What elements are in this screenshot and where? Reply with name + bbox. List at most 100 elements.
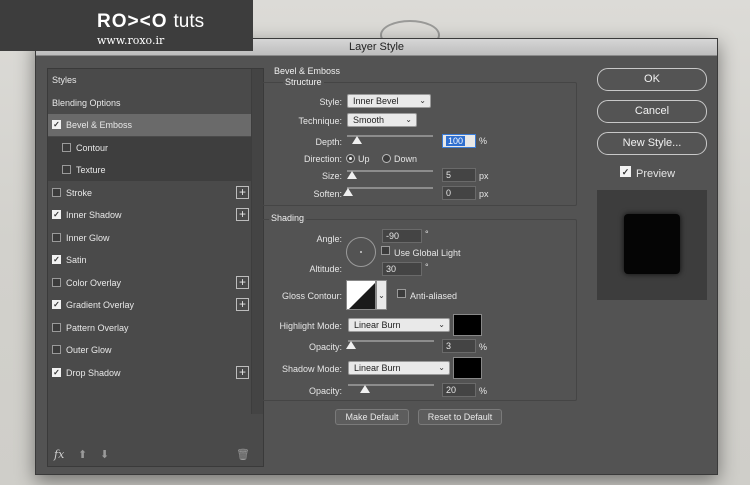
add-color-overlay-plus-icon[interactable]: + [236,275,249,289]
add-inner-shadow-plus-icon[interactable]: + [236,208,249,221]
style-item-pattern-overlay[interactable]: Pattern Overlay [48,317,253,339]
contour-checkbox[interactable] [62,142,71,152]
ok-button[interactable]: OK [597,68,707,91]
technique-select[interactable]: Smooth ⌄ [347,113,417,127]
style-item-inner-glow[interactable]: Inner Glow [48,227,253,249]
soften-input[interactable]: 0 [442,186,476,200]
trash-icon[interactable]: 🗑 [236,448,250,461]
style-item-contour[interactable]: Contour [48,136,253,159]
add-gradient-overlay-plus-icon[interactable]: + [236,298,249,311]
style-item-label: Outer Glow [66,345,112,355]
soften-slider-track[interactable] [347,187,433,189]
shadow-mode-label: Shadow Mode: [281,364,342,374]
logo-brand-text: RO><O [97,11,168,32]
move-down-icon[interactable]: ⬇ [100,448,109,461]
style-item-outer-glow[interactable]: Outer Glow [48,339,253,361]
highlight-opacity-track[interactable] [348,340,434,342]
logo-url: www.roxo.ir [97,34,165,47]
make-default-button[interactable]: Make Default [335,409,409,425]
style-select-value: Inner Bevel [353,96,399,106]
gloss-contour-preview[interactable] [346,280,376,310]
highlight-color-swatch[interactable] [453,314,482,336]
angle-input[interactable]: -90 [382,229,422,243]
drop-shadow-checkbox[interactable]: ✓ [52,367,61,377]
depth-input[interactable]: 100 [442,134,476,148]
shadow-opacity-input[interactable]: 20 [442,383,476,397]
pattern-overlay-checkbox[interactable] [52,322,61,332]
gradient-overlay-checkbox[interactable]: ✓ [52,300,61,310]
soften-slider-thumb[interactable] [343,188,353,196]
add-drop-shadow-plus-icon[interactable]: + [236,365,249,379]
technique-label: Technique: [298,116,342,126]
highlight-opacity-input[interactable]: 3 [442,339,476,353]
chevron-down-icon: ⌄ [438,363,445,372]
style-item-styles[interactable]: Styles [48,69,253,91]
style-item-gradient-overlay[interactable]: ✓ Gradient Overlay + [48,294,253,316]
add-stroke-plus-icon[interactable]: + [236,185,249,199]
size-slider-track[interactable] [347,170,433,172]
angle-dial[interactable] [346,237,376,267]
fx-icon[interactable]: fx [54,448,64,461]
style-item-label: Inner Shadow [66,210,122,220]
highlight-mode-select[interactable]: Linear Burn ⌄ [348,318,450,332]
size-unit: px [479,171,489,181]
style-item-label: Color Overlay [66,277,122,288]
size-slider-thumb[interactable] [347,171,357,179]
depth-input-value: 100 [446,136,466,146]
direction-up-radio[interactable] [346,154,355,163]
cancel-button[interactable]: Cancel [597,100,707,123]
color-overlay-checkbox[interactable] [52,277,61,287]
logo-brand-suffix: tuts [173,11,205,32]
shadow-opacity-label: Opacity: [308,386,342,396]
texture-checkbox[interactable] [62,165,71,175]
gloss-contour-dropdown[interactable]: ⌄ [376,280,387,310]
style-item-drop-shadow[interactable]: ✓ Drop Shadow + [48,362,253,384]
reset-to-default-button[interactable]: Reset to Default [418,409,502,425]
logo-brand: RO><O tuts [97,11,204,33]
preview-checkbox[interactable]: ✓ [620,166,631,177]
soften-label: Soften: [313,189,342,199]
styles-bottom-bar: fx ⬆ ⬇ 🗑 [48,444,263,466]
technique-select-value: Smooth [353,115,385,125]
move-up-icon[interactable]: ⬆ [78,448,87,461]
stroke-checkbox[interactable] [52,187,61,197]
altitude-unit: ° [425,262,429,272]
watermark-logo: RO><O tuts www.roxo.ir [0,0,253,51]
style-item-bevel-emboss[interactable]: ✓ Bevel & Emboss [48,114,253,136]
outer-glow-checkbox[interactable] [52,345,61,355]
style-item-label: Blending Options [52,97,121,108]
shadow-color-swatch[interactable] [453,357,482,379]
new-style-button[interactable]: New Style... [597,132,707,155]
styles-panel: Styles Blending Options ✓ Bevel & Emboss Con… [47,68,264,467]
style-item-texture[interactable]: Texture [48,159,253,181]
bevel-section-title: Bevel & Emboss [274,66,341,76]
shadow-mode-select[interactable]: Linear Burn ⌄ [348,361,450,375]
altitude-input[interactable]: 30 [382,262,422,276]
style-item-satin[interactable]: ✓ Satin [48,249,253,271]
anti-aliased-label: Anti-aliased [410,291,458,301]
direction-down-radio[interactable] [382,154,391,163]
contour-curve-icon [349,283,375,309]
size-input[interactable]: 5 [442,168,476,182]
anti-aliased-checkbox[interactable] [397,289,406,298]
style-item-stroke[interactable]: Stroke + [48,182,253,204]
style-label: Style: [319,97,342,107]
chevron-down-icon: ⌄ [405,115,412,124]
style-item-color-overlay[interactable]: Color Overlay + [48,272,253,294]
size-label: Size: [321,171,342,181]
inner-shadow-checkbox[interactable]: ✓ [52,210,61,220]
depth-slider-thumb[interactable] [352,136,362,144]
style-item-inner-shadow[interactable]: ✓ Inner Shadow + [48,204,253,226]
style-item-label: Styles [52,75,77,85]
global-light-checkbox[interactable] [381,246,390,255]
shadow-opacity-thumb[interactable] [360,385,370,393]
style-select[interactable]: Inner Bevel ⌄ [347,94,431,108]
satin-checkbox[interactable]: ✓ [52,255,61,265]
preview-label: Preview [636,168,676,180]
soften-unit: px [479,189,489,199]
inner-glow-checkbox[interactable] [52,232,61,242]
angle-dial-center [360,251,362,253]
style-item-blending-options[interactable]: Blending Options [48,92,253,114]
highlight-opacity-thumb[interactable] [346,341,356,349]
bevel-emboss-checkbox[interactable]: ✓ [52,120,61,130]
